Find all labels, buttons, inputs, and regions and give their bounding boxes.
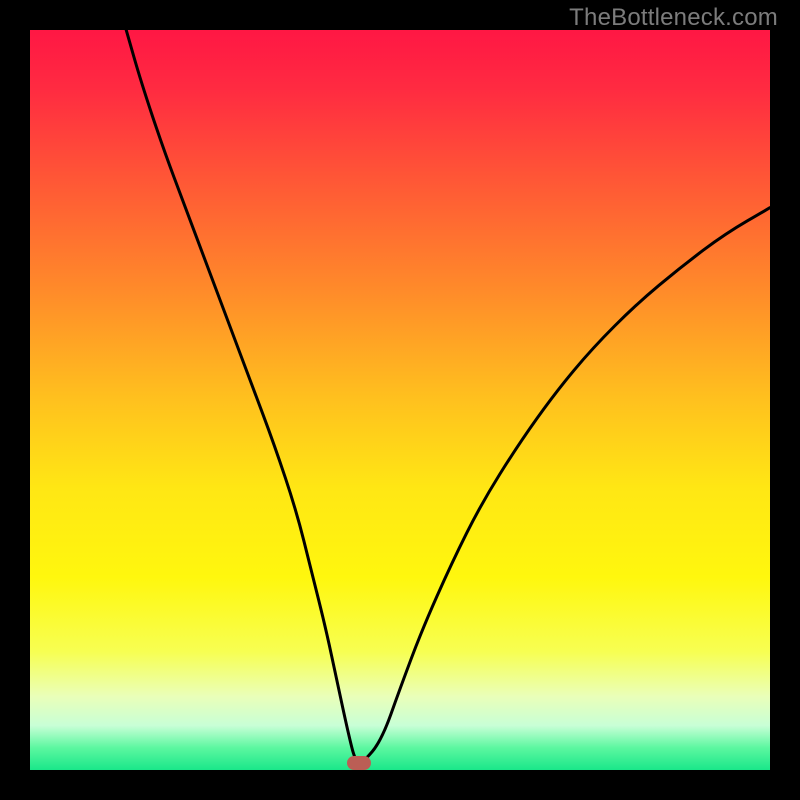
watermark-text: TheBottleneck.com: [569, 4, 778, 32]
chart-frame: TheBottleneck.com: [0, 0, 800, 800]
plot-area: [30, 30, 770, 770]
optimal-point-marker: [347, 756, 371, 770]
bottleneck-curve: [30, 30, 770, 770]
